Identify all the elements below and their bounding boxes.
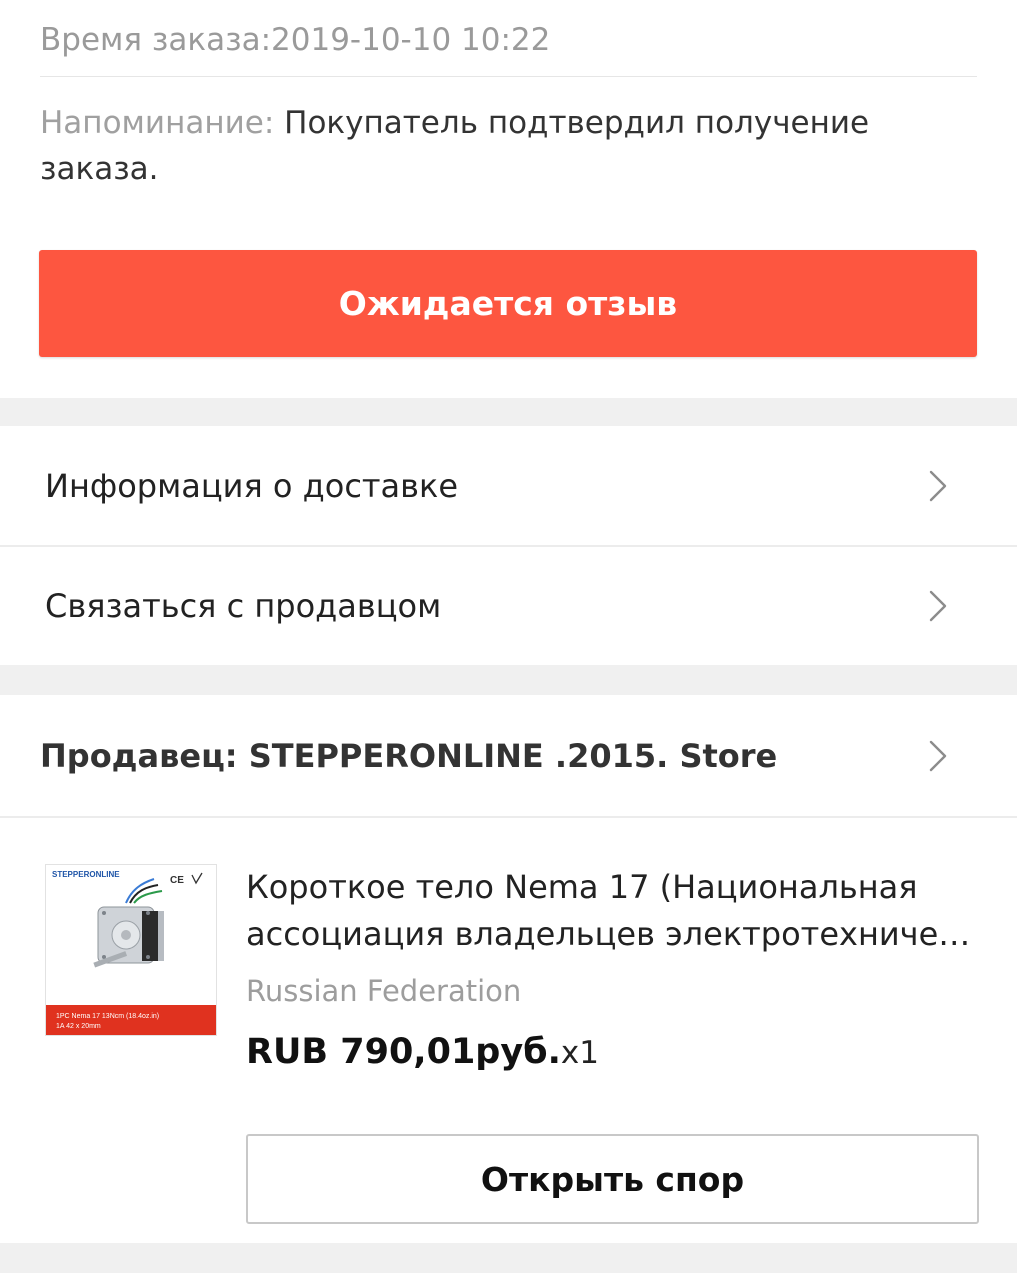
order-time: Время заказа:2019-10-10 10:22 <box>40 22 551 58</box>
awaiting-review-button[interactable]: Ожидается отзыв <box>39 250 977 357</box>
product-price: RUB 790,01руб.x1 <box>246 1032 599 1072</box>
chevron-right-icon <box>929 470 947 502</box>
section-gap <box>0 398 1017 426</box>
order-info-section: Время заказа:2019-10-10 10:22 Напоминани… <box>0 0 1017 398</box>
price-value: RUB 790,01руб. <box>246 1032 561 1072</box>
brand-logo-text: STEPPERONLINE <box>52 870 120 879</box>
seller-store-row[interactable]: Продавец: STEPPERONLINE .2015. Store <box>0 695 1017 816</box>
delivery-info-label: Информация о доставке <box>45 467 459 505</box>
divider <box>0 816 1017 818</box>
product-thumbnail[interactable]: STEPPERONLINE CE 1PC Nema 17 13Ncm (18.4… <box>45 864 217 1036</box>
reminder-label: Напоминание: <box>40 105 275 141</box>
seller-name: Продавец: STEPPERONLINE .2015. Store <box>40 736 778 775</box>
section-gap <box>0 1243 1017 1273</box>
product-title-line2: ассоциация владельцев электротехничес... <box>246 915 981 953</box>
product-title[interactable]: Короткое тело Nema 17 (Национальная ассо… <box>246 864 981 958</box>
order-reminder: Напоминание: Покупатель подтвердил получ… <box>40 100 940 192</box>
product-title-line1: Короткое тело Nema 17 (Национальная <box>246 868 918 906</box>
contact-seller-label: Связаться с продавцом <box>45 587 442 625</box>
delivery-info-row[interactable]: Информация о доставке <box>0 426 1017 546</box>
chevron-right-icon <box>929 740 947 771</box>
stepper-motor-image: STEPPERONLINE CE 1PC Nema 17 13Ncm (18.4… <box>46 865 216 1035</box>
ce-mark-text: CE <box>170 875 184 886</box>
product-country: Russian Federation <box>246 974 522 1008</box>
section-gap <box>0 665 1017 695</box>
open-dispute-button[interactable]: Открыть спор <box>246 1134 979 1224</box>
product-quantity: x1 <box>560 1035 599 1071</box>
thumb-caption-line2: 1A 42 x 20mm <box>56 1023 101 1030</box>
divider <box>40 76 977 77</box>
contact-seller-row[interactable]: Связаться с продавцом <box>0 547 1017 665</box>
thumb-caption-line1: 1PC Nema 17 13Ncm (18.4oz.in) <box>56 1013 159 1020</box>
chevron-right-icon <box>929 590 947 622</box>
